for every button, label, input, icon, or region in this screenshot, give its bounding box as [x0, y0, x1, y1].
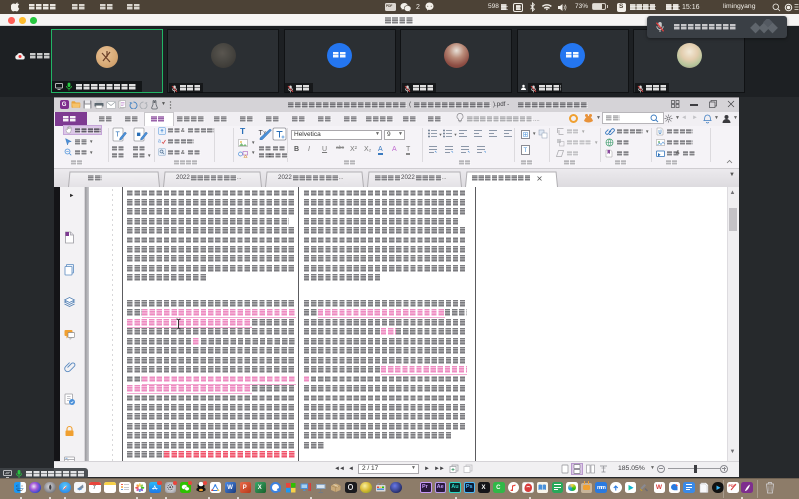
svg-text:■: ■	[137, 132, 141, 139]
svg-text:T: T	[116, 132, 121, 139]
svg-text:a: a	[158, 139, 161, 145]
